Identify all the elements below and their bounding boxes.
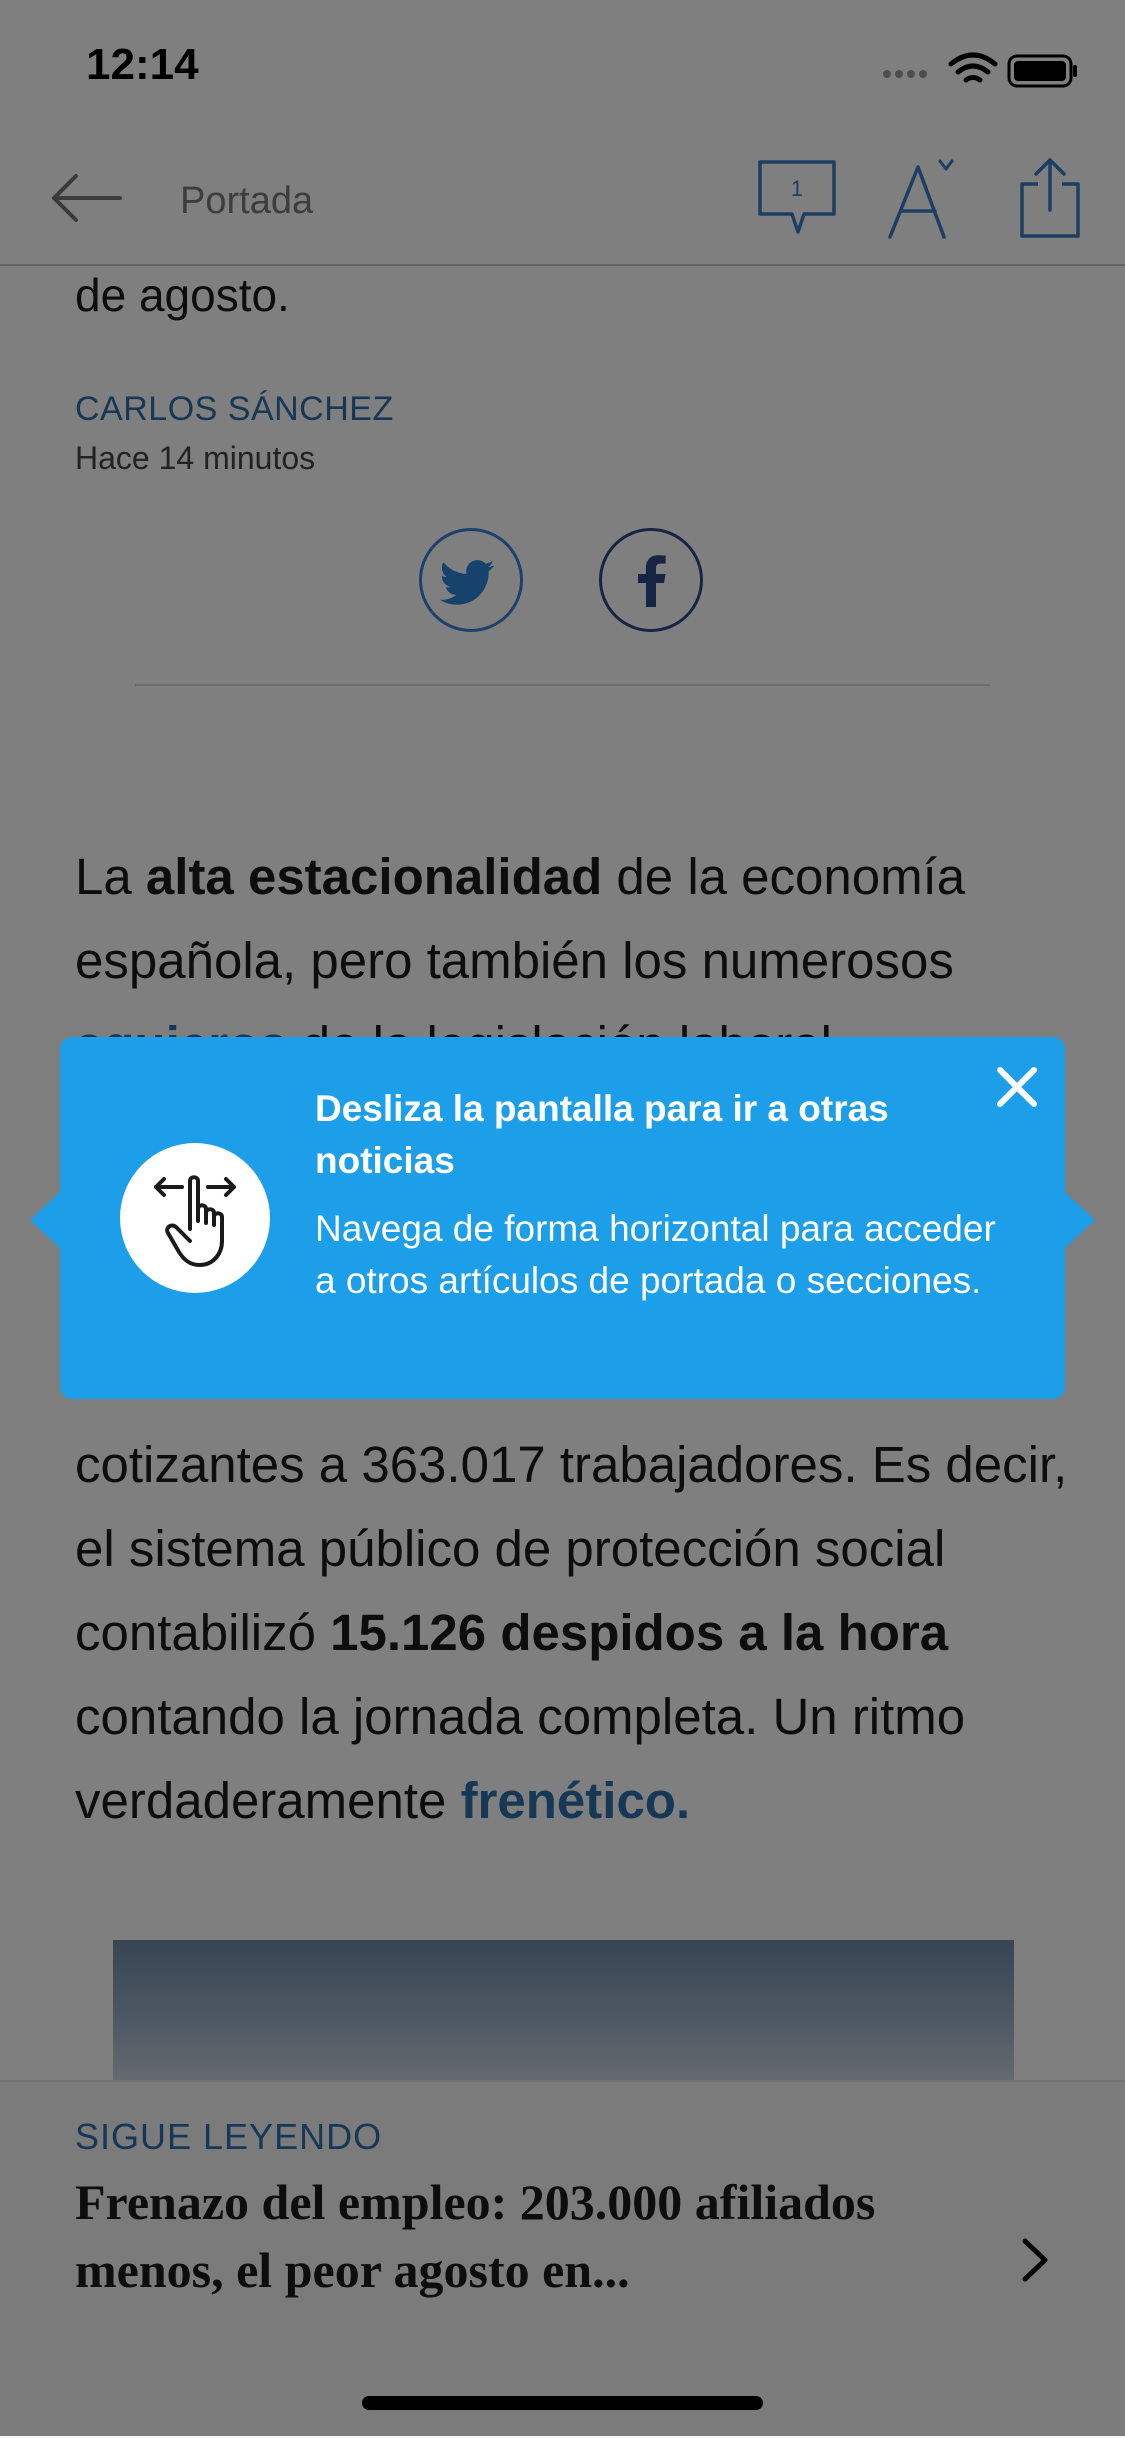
swipe-icon-badge bbox=[120, 1143, 270, 1293]
tooltip-title: Desliza la pantalla para ir a otras noti… bbox=[315, 1088, 889, 1181]
close-icon[interactable] bbox=[992, 1062, 1042, 1112]
tooltip-arrow-left bbox=[30, 1192, 60, 1248]
tooltip-arrow-right bbox=[1065, 1192, 1095, 1248]
tooltip-description: Navega de forma horizontal para acceder … bbox=[315, 1208, 996, 1301]
swipe-hand-icon bbox=[154, 1175, 236, 1267]
